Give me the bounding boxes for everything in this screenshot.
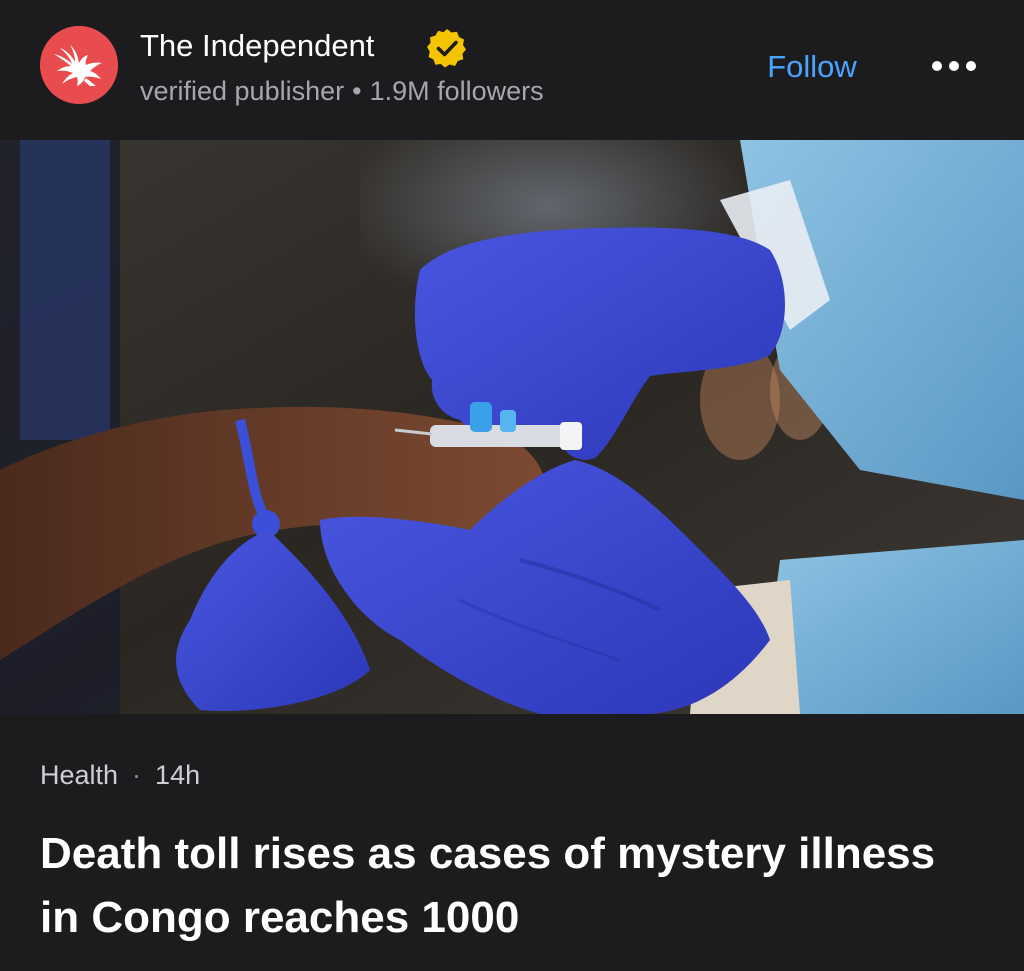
- article-hero-image[interactable]: [0, 140, 1024, 714]
- publisher-subtitle: verified publisher: [140, 76, 345, 106]
- article-meta: Health · 14h: [40, 757, 200, 793]
- eagle-logo-icon: [40, 26, 118, 104]
- publisher-meta: verified publisher • 1.9M followers: [140, 74, 544, 108]
- hero-photo: [0, 140, 1024, 714]
- publisher-avatar[interactable]: [40, 26, 118, 104]
- follow-button[interactable]: Follow: [752, 44, 872, 90]
- article-headline[interactable]: Death toll rises as cases of mystery ill…: [40, 822, 980, 950]
- article-age: 14h: [155, 760, 201, 790]
- article-category[interactable]: Health: [40, 760, 118, 790]
- meta-dot: •: [352, 76, 362, 106]
- verified-badge-icon: [426, 27, 468, 69]
- publisher-header: The Independent verified publisher • 1.9M …: [0, 0, 1024, 140]
- more-dots-icon: [932, 61, 976, 71]
- publisher-name[interactable]: The Independent: [140, 26, 374, 66]
- follower-count: 1.9M followers: [369, 76, 544, 106]
- news-card[interactable]: The Independent verified publisher • 1.9M …: [0, 0, 1024, 971]
- more-options-button[interactable]: [924, 48, 984, 84]
- meta-separator: ·: [132, 760, 142, 790]
